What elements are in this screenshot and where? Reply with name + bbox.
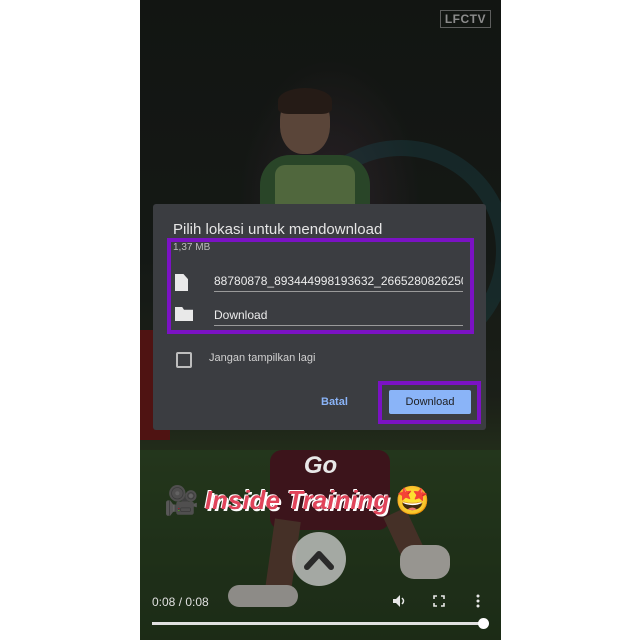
chevron-up-icon [304, 551, 334, 570]
volume-button[interactable] [392, 594, 406, 611]
volume-icon [393, 595, 405, 607]
overlay-text-go: Go [303, 452, 338, 479]
dont-show-again-checkbox[interactable] [176, 352, 192, 368]
swipe-up-button[interactable] [292, 532, 346, 586]
seek-handle[interactable] [478, 618, 489, 629]
seek-bar[interactable] [152, 622, 484, 625]
time-display: 0:08 / 0:08 [152, 595, 209, 609]
fullscreen-button[interactable] [433, 594, 445, 610]
cancel-button[interactable]: Batal [321, 396, 348, 408]
folder-field[interactable]: Download [214, 305, 463, 326]
more-vert-icon [476, 594, 480, 608]
fullscreen-icon [433, 595, 445, 607]
overlay-text-training: Inside Training [204, 484, 390, 515]
download-location-dialog: Pilih lokasi untuk mendownload 1,37 MB 8… [153, 204, 486, 430]
camera-icon: 🎥 [164, 484, 199, 516]
download-button[interactable]: Download [389, 390, 471, 414]
dialog-title: Pilih lokasi untuk mendownload [173, 221, 383, 238]
overlay-title: 🎥 Inside Training 🤩 [164, 480, 430, 520]
more-options-button[interactable] [476, 594, 480, 611]
file-name-field[interactable]: 88780878_893444998193632_2665280826250 [214, 271, 463, 292]
dont-show-again-label: Jangan tampilkan lagi [209, 352, 316, 364]
star-struck-emoji-icon: 🤩 [395, 484, 431, 516]
